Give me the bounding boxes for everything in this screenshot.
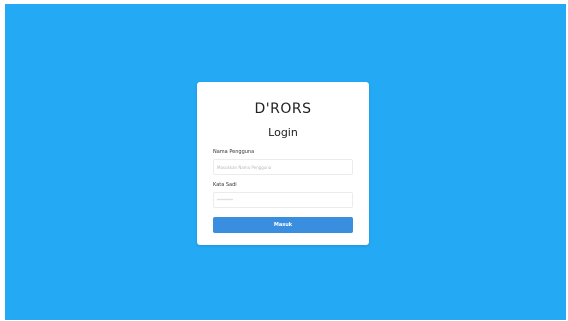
brand-title: D'RORS [254, 101, 312, 117]
username-label: Nama Pengguna [213, 149, 255, 155]
username-input[interactable] [213, 159, 353, 175]
login-button[interactable]: Masuk [213, 217, 353, 233]
password-input[interactable] [213, 192, 353, 208]
password-label: Kata Sadi [213, 182, 237, 188]
page-background: D'RORS Login Nama Pengguna Kata Sadi Mas… [5, 4, 566, 320]
login-card: D'RORS Login Nama Pengguna Kata Sadi Mas… [197, 82, 369, 245]
login-heading: Login [268, 126, 298, 139]
